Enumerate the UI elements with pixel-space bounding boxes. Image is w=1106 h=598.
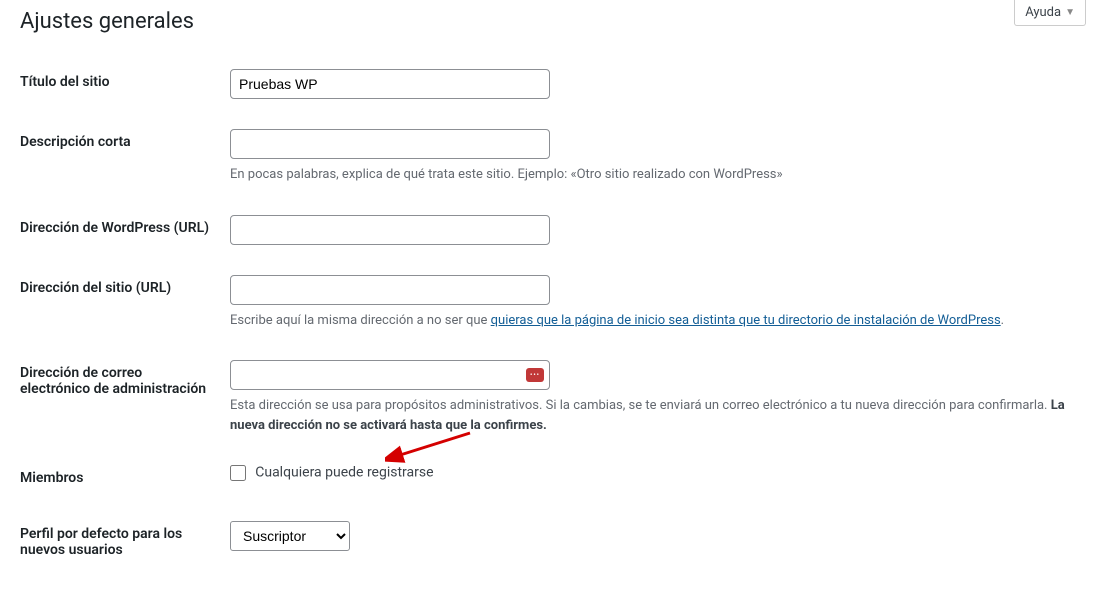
settings-form: Título del sitio Descripción corta En po… xyxy=(20,54,1086,578)
site-title-label: Título del sitio xyxy=(20,54,220,114)
wp-url-input[interactable] xyxy=(230,215,550,245)
site-url-input[interactable] xyxy=(230,275,550,305)
default-role-label: Perfil por defecto para los nuevos usuar… xyxy=(20,506,220,578)
membership-checkbox-label: Cualquiera puede registrarse xyxy=(255,465,433,481)
tagline-description: En pocas palabras, explica de qué trata … xyxy=(230,165,1076,185)
admin-email-label: Dirección de correo electrónico de admin… xyxy=(20,345,220,450)
admin-email-description: Esta dirección se usa para propósitos ad… xyxy=(230,396,1076,435)
help-tab[interactable]: Ayuda ▼ xyxy=(1014,0,1086,26)
site-url-description: Escribe aquí la misma dirección a no ser… xyxy=(230,311,1076,331)
chevron-down-icon: ▼ xyxy=(1065,7,1075,18)
password-manager-icon: ••• xyxy=(526,368,544,382)
admin-email-input[interactable] xyxy=(230,360,550,390)
default-role-select[interactable]: Suscriptor xyxy=(230,521,350,551)
site-url-help-link[interactable]: quieras que la página de inicio sea dist… xyxy=(491,313,1001,328)
membership-checkbox[interactable] xyxy=(230,465,246,481)
tagline-input[interactable] xyxy=(230,129,550,159)
page-title: Ajustes generales xyxy=(20,0,1086,54)
membership-label: Miembros xyxy=(20,450,220,506)
tagline-label: Descripción corta xyxy=(20,114,220,200)
site-title-input[interactable] xyxy=(230,69,550,99)
help-tab-label: Ayuda xyxy=(1025,5,1061,20)
membership-checkbox-wrap[interactable]: Cualquiera puede registrarse xyxy=(230,465,434,480)
site-url-label: Dirección del sitio (URL) xyxy=(20,260,220,346)
wp-url-label: Dirección de WordPress (URL) xyxy=(20,200,220,260)
